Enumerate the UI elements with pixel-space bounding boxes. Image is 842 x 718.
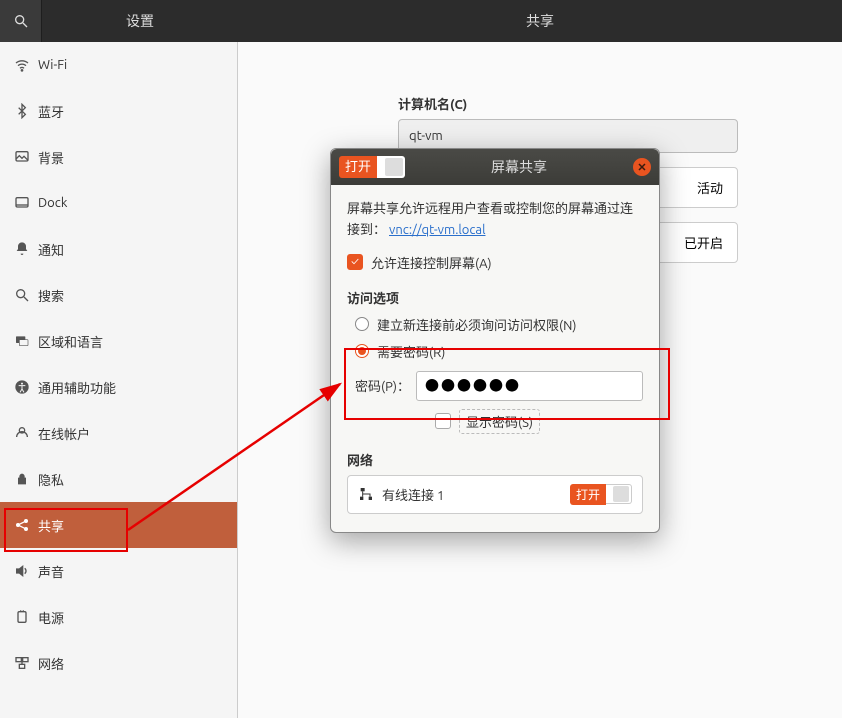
search-button[interactable]	[0, 0, 42, 42]
checkbox-unchecked-icon: ✓	[435, 413, 451, 429]
sidebar-item-label: 声音	[38, 562, 64, 581]
sidebar-item-label: 隐私	[38, 470, 64, 489]
sidebar-item-search[interactable]: 搜索	[0, 272, 237, 318]
privacy-icon	[14, 471, 38, 487]
sidebar-item-wifi[interactable]: Wi-Fi	[0, 42, 237, 88]
radio-require-password[interactable]: 需要密码(R)	[355, 342, 643, 361]
radio-label: 建立新连接前必须询问访问权限(N)	[377, 315, 576, 334]
access-options-heading: 访问选项	[347, 288, 643, 307]
online-accounts-icon	[14, 425, 38, 441]
sidebar-item-power[interactable]: 电源	[0, 594, 237, 640]
dialog-title: 屏幕共享	[405, 157, 633, 177]
sidebar-item-label: 在线帐户	[38, 424, 90, 443]
bluetooth-icon	[14, 103, 38, 119]
wifi-icon	[14, 57, 38, 73]
close-button[interactable]: ✕	[633, 158, 651, 176]
sharing-master-toggle[interactable]: 打开	[339, 156, 405, 178]
search-icon	[13, 13, 29, 29]
allow-control-label: 允许连接控制屏幕(A)	[371, 253, 492, 272]
power-icon	[14, 609, 38, 625]
bell-icon	[14, 241, 38, 257]
sidebar-item-sound[interactable]: 声音	[0, 548, 237, 594]
background-icon	[14, 149, 38, 165]
sidebar-item-label: 蓝牙	[38, 102, 64, 121]
allow-control-checkbox-row[interactable]: ✓ 允许连接控制屏幕(A)	[347, 253, 643, 272]
connection-name: 有线连接 1	[382, 485, 444, 504]
accessibility-icon	[14, 379, 38, 395]
network-icon	[14, 655, 38, 671]
wired-network-icon	[358, 486, 374, 502]
row-status: 已开启	[684, 233, 723, 252]
sidebar-item-label: Wi-Fi	[38, 58, 67, 72]
radio-unselected-icon	[355, 317, 369, 331]
sidebar-title: 设置	[42, 0, 238, 42]
close-icon: ✕	[637, 161, 646, 174]
vnc-link[interactable]: vnc://qt-vm.local	[389, 223, 486, 237]
sound-icon	[14, 563, 38, 579]
sidebar-item-label: 网络	[38, 654, 64, 673]
radio-ask-permission[interactable]: 建立新连接前必须询问访问权限(N)	[355, 315, 643, 334]
sidebar-item-label: 通用辅助功能	[38, 378, 116, 397]
network-heading: 网络	[347, 450, 643, 469]
sidebar-item-privacy[interactable]: 隐私	[0, 456, 237, 502]
connection-toggle[interactable]: 打开	[570, 484, 632, 505]
radio-selected-icon	[355, 344, 369, 358]
dialog-description: 屏幕共享允许远程用户查看或控制您的屏幕通过连接到： vnc://qt-vm.lo…	[347, 199, 643, 241]
checkbox-checked-icon: ✓	[347, 254, 363, 270]
toggle-label: 打开	[570, 484, 606, 505]
sidebar-item-notifications[interactable]: 通知	[0, 226, 237, 272]
sidebar-item-online-accounts[interactable]: 在线帐户	[0, 410, 237, 456]
sidebar-item-label: 搜索	[38, 286, 64, 305]
sidebar-item-bluetooth[interactable]: 蓝牙	[0, 88, 237, 134]
search-icon	[14, 287, 38, 303]
sidebar-item-label: 区域和语言	[38, 332, 103, 351]
sidebar-item-accessibility[interactable]: 通用辅助功能	[0, 364, 237, 410]
sidebar-item-region-language[interactable]: 区域和语言	[0, 318, 237, 364]
show-password-label: 显示密码(S)	[459, 409, 540, 434]
screen-sharing-dialog: 打开 屏幕共享 ✕ 屏幕共享允许远程用户查看或控制您的屏幕通过连接到： vnc:…	[330, 148, 660, 533]
radio-label: 需要密码(R)	[377, 342, 445, 361]
password-label: 密码(P)：	[355, 376, 410, 395]
toggle-label: 打开	[339, 156, 377, 178]
dialog-titlebar: 打开 屏幕共享 ✕	[331, 149, 659, 185]
dock-icon	[14, 195, 38, 211]
page-title: 共享	[238, 0, 842, 42]
sidebar-item-label: 背景	[38, 148, 64, 167]
show-password-row[interactable]: ✓ 显示密码(S)	[435, 409, 643, 434]
computer-name-label: 计算机名(C)	[398, 94, 842, 113]
share-icon	[14, 517, 38, 533]
sidebar-item-label: Dock	[38, 196, 67, 210]
sidebar-item-dock[interactable]: Dock	[0, 180, 237, 226]
row-status: 活动	[697, 178, 723, 197]
sidebar: Wi-Fi 蓝牙 背景 Dock 通知 搜索 区域和语言 通用辅助功能 在线帐户…	[0, 42, 238, 718]
sidebar-item-sharing[interactable]: 共享	[0, 502, 237, 548]
network-connection-row: 有线连接 1 打开	[347, 475, 643, 514]
password-input[interactable]	[416, 371, 643, 401]
language-icon	[14, 333, 38, 349]
sidebar-item-label: 通知	[38, 240, 64, 259]
sidebar-item-label: 共享	[38, 516, 64, 535]
top-bar: 设置 共享	[0, 0, 842, 42]
sidebar-item-background[interactable]: 背景	[0, 134, 237, 180]
sidebar-item-network[interactable]: 网络	[0, 640, 237, 686]
sidebar-item-label: 电源	[38, 608, 64, 627]
